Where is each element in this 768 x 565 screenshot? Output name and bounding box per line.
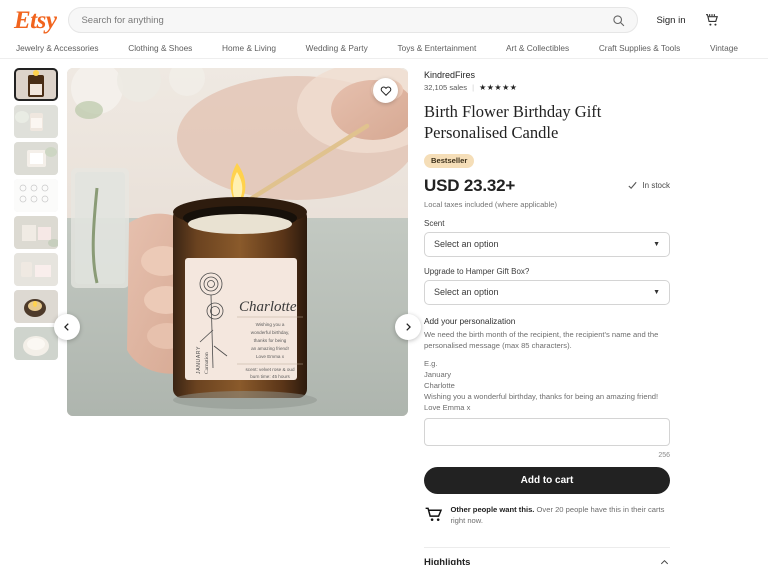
- search-icon[interactable]: [612, 14, 625, 27]
- gallery-prev-button[interactable]: [54, 314, 80, 341]
- site-header: Etsy Sign in: [0, 0, 768, 40]
- hamper-select[interactable]: Select an option ▼: [424, 279, 670, 305]
- add-to-cart-button[interactable]: Add to cart: [424, 466, 670, 494]
- thumbnail-5[interactable]: [14, 253, 58, 286]
- shop-rating-stars[interactable]: ★★★★★: [479, 83, 517, 92]
- scent-select-value: Select an option: [434, 239, 499, 250]
- candle-photo: JANUARY Carnation Charlotte Wishing you …: [67, 68, 408, 416]
- thumbnail-0[interactable]: [14, 68, 58, 101]
- category-link-5[interactable]: Art & Collectibles: [506, 43, 569, 53]
- hero-image-wrap: JANUARY Carnation Charlotte Wishing you …: [54, 68, 421, 565]
- personalization-title: Add your personalization: [424, 315, 516, 326]
- cart-icon[interactable]: [704, 12, 720, 28]
- etsy-logo[interactable]: Etsy: [14, 8, 57, 33]
- category-link-6[interactable]: Craft Supplies & Tools: [599, 43, 680, 53]
- personalization-input[interactable]: [424, 417, 670, 446]
- meta-divider: |: [472, 83, 475, 92]
- label-month: JANUARY: [196, 346, 202, 374]
- chevron-down-icon: ▼: [653, 240, 660, 248]
- chevron-up-icon[interactable]: [659, 557, 670, 565]
- svg-text:an amazing friend!: an amazing friend!: [251, 346, 289, 351]
- product-gallery: JANUARY Carnation Charlotte Wishing you …: [14, 68, 421, 565]
- product-info-panel: KindredFires 32,105 sales | ★★★★★ Birth …: [424, 68, 670, 565]
- label-flower: Carnation: [204, 352, 210, 374]
- category-link-3[interactable]: Wedding & Party: [306, 43, 368, 53]
- category-link-2[interactable]: Home & Living: [222, 43, 276, 53]
- category-link-0[interactable]: Jewelry & Accessories: [16, 43, 99, 53]
- personalization-example: E.g. January Charlotte Wishing you a won…: [424, 358, 659, 412]
- page-title: Birth Flower Birthday Gift Personalised …: [424, 102, 602, 143]
- hamper-select-value: Select an option: [434, 287, 499, 298]
- personalization-description: We need the birth month of the recipient…: [424, 329, 659, 350]
- thumbnail-4[interactable]: [14, 216, 58, 249]
- gallery-next-button[interactable]: [395, 314, 421, 341]
- svg-text:wonderful birthday,: wonderful birthday,: [251, 330, 289, 335]
- demand-bold: Other people want this.: [450, 504, 535, 514]
- shop-name[interactable]: KindredFires: [424, 70, 670, 80]
- heart-icon: [380, 86, 391, 96]
- price-row: USD 23.32+ In stock: [424, 176, 670, 196]
- svg-text:Wishing you a: Wishing you a: [256, 322, 285, 327]
- highlights-header[interactable]: Highlights: [424, 546, 670, 565]
- category-link-4[interactable]: Toys & Entertainment: [397, 43, 476, 53]
- scent-label: Scent: [424, 218, 445, 228]
- thumbnail-3[interactable]: [14, 179, 58, 212]
- stock-status: In stock: [627, 180, 670, 191]
- tax-note: Local taxes included (where applicable): [424, 199, 557, 209]
- thumbnail-7[interactable]: [14, 327, 58, 360]
- etsy-product-page: Etsy Sign in Jewelry & Accessories Clothi…: [0, 0, 768, 565]
- chevron-left-icon: [64, 323, 69, 332]
- shop-meta: 32,105 sales | ★★★★★: [424, 83, 670, 92]
- cart-demand-icon: [425, 507, 443, 521]
- category-link-7[interactable]: Vintage: [710, 43, 738, 53]
- stock-status-label: In stock: [642, 181, 670, 191]
- category-link-1[interactable]: Clothing & Shoes: [128, 43, 192, 53]
- product-main: JANUARY Carnation Charlotte Wishing you …: [0, 59, 768, 565]
- label-name: Charlotte: [239, 299, 297, 315]
- search-input[interactable]: [81, 14, 613, 26]
- thumbnail-6[interactable]: [14, 290, 58, 323]
- svg-text:thanks for being: thanks for being: [254, 338, 287, 343]
- character-counter: 256: [658, 451, 670, 459]
- check-icon: [628, 182, 638, 190]
- shop-sales-count: 32,105 sales: [424, 83, 468, 92]
- svg-text:burn time: 45 hours: burn time: 45 hours: [250, 374, 290, 379]
- favorite-button[interactable]: [373, 78, 398, 103]
- svg-text:Love Emma x: Love Emma x: [256, 354, 285, 359]
- scent-select[interactable]: Select an option ▼: [424, 231, 670, 257]
- thumbnail-2[interactable]: [14, 142, 58, 175]
- category-nav: Jewelry & Accessories Clothing & Shoes Hom…: [0, 40, 768, 59]
- svg-text:scent: velvet rose & oud: scent: velvet rose & oud: [245, 367, 294, 372]
- chevron-right-icon: [406, 323, 411, 332]
- demand-text: Other people want this. Over 20 people h…: [450, 504, 670, 526]
- search-bar[interactable]: [68, 7, 639, 33]
- thumbnail-strip[interactable]: [14, 68, 58, 565]
- demand-notice: Other people want this. Over 20 people h…: [424, 504, 670, 526]
- product-hero-image[interactable]: JANUARY Carnation Charlotte Wishing you …: [67, 68, 408, 416]
- status-badge: Bestseller: [424, 153, 475, 168]
- product-price: USD 23.32+: [424, 175, 516, 195]
- thumbnail-1[interactable]: [14, 105, 58, 138]
- sign-in-link[interactable]: Sign in: [656, 15, 685, 26]
- chevron-down-icon: ▼: [653, 288, 660, 296]
- highlights-title: Highlights: [424, 556, 471, 565]
- hamper-label: Upgrade to Hamper Gift Box?: [424, 266, 530, 276]
